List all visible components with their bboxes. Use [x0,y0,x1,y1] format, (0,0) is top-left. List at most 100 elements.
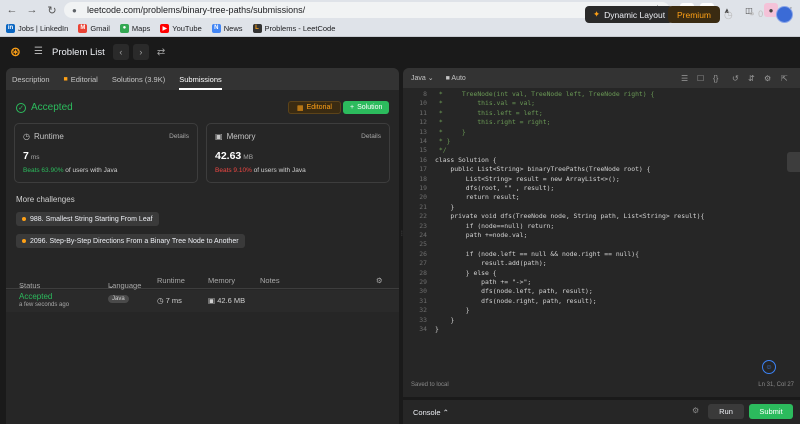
forward-icon[interactable]: → [24,2,40,18]
problem-list-link[interactable]: Problem List [52,47,105,58]
bookmark-youtube[interactable]: ▶ YouTube [160,23,202,33]
reset-icon[interactable]: ↺ [732,74,739,83]
assistant-icon[interactable]: ☺ [762,360,776,374]
line-number: 15 [419,146,427,155]
line-number: 19 [419,184,427,192]
table-row[interactable]: Accepted a few seconds ago Java ◷ 7 ms ▣… [6,290,399,312]
submit-button[interactable]: Submit [749,404,793,419]
code-line[interactable]: */ [435,146,447,155]
more-challenges-title: More challenges [16,195,75,204]
code-line[interactable]: * this.val = val; [435,99,535,108]
code-line[interactable]: public List<String> binaryTreePaths(Tree… [435,165,650,174]
submission-panel: Description ■ Editorial Solutions (3.9K) … [6,68,399,424]
split-icon[interactable]: ⇵ [748,74,755,83]
line-number: 17 [419,165,427,174]
reload-icon[interactable]: ↻ [44,2,60,18]
editorial-button[interactable]: ▦ Editorial [288,101,341,114]
row-status[interactable]: Accepted [19,292,52,301]
post-solution-button[interactable]: + Solution [343,101,390,114]
line-number: 10 [419,99,427,108]
run-button[interactable]: Run [708,404,744,419]
url-bar[interactable]: ● leetcode.com/problems/binary-tree-path… [64,2,670,18]
tab-solutions[interactable]: Solutions (3.9K) [112,68,165,90]
challenge-chip[interactable]: 988. Smallest String Starting From Leaf [16,212,159,226]
site-info-icon[interactable]: ● [72,6,81,15]
runtime-column: Runtime [157,276,185,285]
dynamic-layout-button[interactable]: ✦ Dynamic Layout [585,6,674,23]
settings-gear-icon[interactable]: ⚙ [376,276,383,285]
runtime-card[interactable]: ◷ Runtime Details 7 ms Beats 63.90% of use… [14,123,198,183]
code-line[interactable]: if (node==null) return; [435,222,555,231]
line-number: 16 [419,155,427,164]
code-line[interactable]: } [435,325,439,334]
code-line[interactable]: path +=node.val; [435,231,528,240]
bookmark-news[interactable]: N News [211,23,243,33]
premium-button[interactable]: Premium [668,6,721,23]
code-line[interactable]: return result; [435,193,520,202]
bookmark-icon[interactable]: ☐ [697,74,704,83]
code-line[interactable]: path += "->"; [435,278,531,287]
code-line[interactable]: } else { [435,269,497,278]
line-number: 8 [423,90,427,98]
tab-description[interactable]: Description [12,68,50,90]
code-line[interactable]: if (node.left == null && node.right == n… [435,250,639,259]
url-text: leetcode.com/problems/binary-tree-paths/… [87,5,306,15]
memory-details-link[interactable]: Details [361,133,381,140]
bookmark-gmail[interactable]: M Gmail [78,23,110,33]
gmail-icon: M [78,23,88,33]
code-line[interactable]: } [435,316,454,325]
back-icon[interactable]: ← [4,2,20,18]
runtime-value: 7 ms [23,150,40,162]
side-panel-toggle[interactable] [787,152,800,172]
code-line[interactable]: * this.right = right; [435,118,551,127]
code-line[interactable]: dfs(node.right, path, result); [435,297,596,306]
list-icon[interactable]: ☰ [34,46,46,58]
code-line[interactable]: dfs(node.left, path, result); [435,287,593,296]
maps-icon: ● [119,23,129,33]
memory-card[interactable]: ▣ Memory Details 42.63 MB Beats 9.10% of u… [206,123,390,183]
maximize-icon[interactable]: ⇱ [781,74,788,83]
shuffle-icon[interactable]: ⇄ [157,47,165,58]
console-toggle[interactable]: Console ⌃ [413,408,449,417]
format-icon[interactable]: ☰ [681,74,688,83]
braces-icon[interactable]: {} [713,74,718,83]
line-number: 32 [419,306,427,315]
timer-icon[interactable]: ◷ [724,10,733,21]
line-number: 22 [419,212,427,221]
clock-icon: ◷ [157,296,164,305]
tab-submissions[interactable]: Submissions [179,68,222,90]
code-line[interactable]: } [435,306,470,315]
bookmark-leetcode[interactable]: L Problems - LeetCode [252,23,335,33]
code-line[interactable]: } [435,203,454,212]
bookmark-linkedin[interactable]: in Jobs | LinkedIn [6,23,68,33]
bookmark-maps[interactable]: ● Maps [119,23,150,33]
code-line[interactable]: * TreeNode(int val, TreeNode left, TreeN… [435,90,654,99]
avatar[interactable] [776,6,793,23]
save-status: Saved to local [411,382,449,388]
fire-icon: ⚭ [748,9,756,19]
settings-icon[interactable]: ⚙ [764,74,771,83]
code-line[interactable]: result.add(path); [435,259,546,268]
code-line[interactable]: private void dfs(TreeNode node, String p… [435,212,704,221]
console-settings-icon[interactable]: ⚙ [692,406,699,415]
next-problem-button[interactable]: › [132,44,149,60]
code-line[interactable]: class Solution { [435,156,497,165]
tab-editorial[interactable]: ■ Editorial [64,68,98,90]
code-line[interactable]: dfs(root, "" , result); [435,184,555,193]
leetcode-logo-icon[interactable]: ⊛ [10,44,24,60]
challenge-chip[interactable]: 2096. Step-By-Step Directions From a Bin… [16,234,245,248]
language-select[interactable]: Java ⌄ [411,74,434,82]
news-icon: N [211,23,221,33]
youtube-icon: ▶ [160,23,170,33]
row-time: a few seconds ago [19,302,70,308]
runtime-details-link[interactable]: Details [169,133,189,140]
plus-icon: + [350,104,355,111]
code-line[interactable]: * } [435,137,451,146]
code-line[interactable]: List<String> result = new ArrayList<>(); [435,175,620,184]
code-line[interactable]: * } [435,128,466,137]
lock-icon: ■ [445,74,450,82]
code-line[interactable]: * this.left = left; [435,109,543,118]
prev-problem-button[interactable]: ‹ [112,44,129,60]
auto-mode[interactable]: ■ Auto [446,75,466,82]
streak-counter[interactable]: ⚭ 0 [748,9,763,20]
